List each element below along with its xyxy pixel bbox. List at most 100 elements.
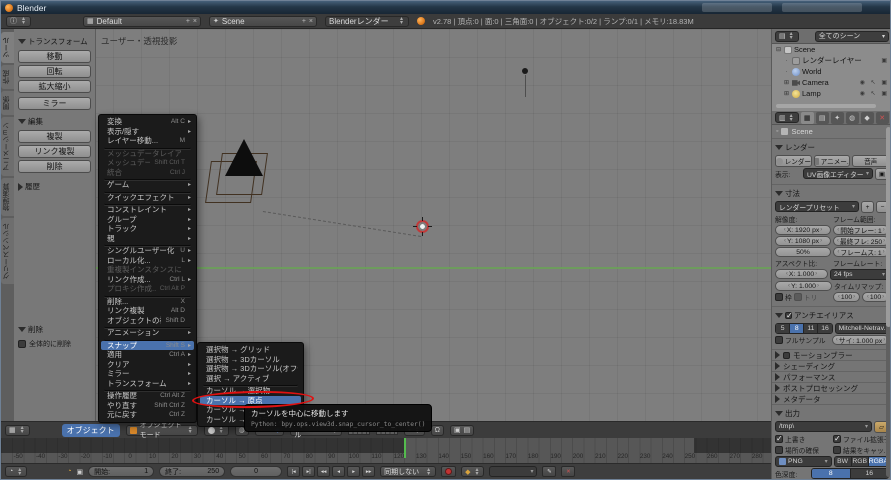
menu-item[interactable]: 親 ▸ [101, 234, 194, 244]
audio-button[interactable]: 音声 [852, 155, 889, 167]
delete-keyframe-button[interactable]: ✕ [561, 466, 575, 477]
tool-button[interactable]: 複製 [18, 130, 91, 143]
frame-end-field[interactable]: ‹最終フレ: 250› [833, 236, 889, 246]
delete-screen-icon[interactable]: × [193, 18, 197, 25]
aa-filter-selector[interactable]: Mitchell-Netrav... [835, 323, 889, 334]
menu-item[interactable]: 選択 → アクティブ [200, 374, 301, 384]
collapsed-panel-header[interactable]: シェーディング [772, 360, 891, 371]
remap-old-field[interactable]: ‹100› [833, 292, 860, 302]
aa-sample-option[interactable]: 5 [776, 324, 790, 333]
collapsed-panel-header[interactable]: メタデータ [772, 393, 891, 404]
menu-item[interactable]: オブジェクトの複製 Shift D [101, 316, 194, 326]
render-panel-header[interactable]: レンダー [775, 142, 889, 153]
snap-toggle[interactable]: Ω [431, 425, 444, 436]
menu-item[interactable]: ゲーム ▸ [101, 180, 194, 190]
keying-set-selector[interactable]: ◆▴▾ [461, 466, 484, 477]
lamp-object[interactable] [522, 68, 528, 74]
editor-type-selector[interactable]: ⓘ▴▾ [6, 16, 31, 27]
title-bar[interactable]: Blender [1, 1, 891, 14]
tool-button[interactable]: 移動 [18, 50, 91, 63]
editor-type-selector[interactable]: ▤▴▾ [775, 31, 799, 42]
record-button[interactable] [441, 466, 456, 477]
insert-keyframe-button[interactable]: ✎ [542, 466, 556, 477]
collapsed-panel-header[interactable]: モーションブラー [772, 349, 891, 360]
redo-panel-header[interactable]: 削除 [18, 324, 92, 335]
dimensions-panel-header[interactable]: 寸法 [775, 188, 889, 199]
expand-icon[interactable]: ⊞ [783, 79, 790, 86]
panel-enable-checkbox[interactable] [783, 352, 790, 359]
pin-icon[interactable]: ◦ [776, 128, 778, 135]
scene-selector[interactable]: ✦ Scene + × [209, 16, 317, 27]
border-checkbox[interactable] [775, 293, 783, 301]
outliner-row[interactable]: ⊞ Lamp ◉ ↖ ▣ [772, 88, 891, 99]
frame-end-field[interactable]: 終了:250 [159, 466, 225, 477]
resolution-x-field[interactable]: ‹X: 1920 px› [775, 225, 831, 235]
aspect-x-field[interactable]: ‹X: 1.000› [775, 269, 828, 279]
toolshelf-tab[interactable]: アニメーション [1, 117, 14, 176]
menu-item[interactable]: 元に戻す Ctrl Z [101, 410, 194, 420]
cursor-3d[interactable] [416, 220, 429, 233]
add-scene-icon[interactable]: + [302, 18, 306, 25]
menu-item[interactable]: レイヤー移動... M [101, 136, 194, 146]
frame-lock-icon[interactable]: ▣ [76, 468, 83, 476]
properties-tab[interactable]: ✕ [876, 112, 889, 124]
toolshelf-tab[interactable]: 物理演算 [1, 178, 14, 216]
menu-item[interactable]: クイックエフェクト ▸ [101, 193, 194, 203]
delete-globally-checkbox[interactable] [18, 340, 26, 348]
menu-item[interactable]: トランスフォーム ▸ [101, 379, 194, 389]
playback-button[interactable]: |◂ [287, 466, 300, 477]
editor-type-selector[interactable]: ▦▴▾ [5, 425, 30, 436]
expand-icon[interactable]: · [783, 69, 790, 75]
frame-start-field[interactable]: 開始:1 [88, 466, 154, 477]
delete-scene-icon[interactable]: × [309, 18, 313, 25]
editor-type-selector[interactable]: ◔▴▾ [5, 466, 27, 477]
aa-sample-option[interactable]: 11 [804, 324, 818, 333]
aa-sample-option[interactable]: 16 [818, 324, 831, 333]
timeline-ruler[interactable]: -50-40-30-20-100102030405060708090100110… [1, 438, 771, 463]
display-filter-selector[interactable]: 全てのシーン▾ [815, 31, 889, 42]
panel-header-edit[interactable]: 編集 [18, 116, 91, 127]
cache-result-checkbox[interactable] [833, 446, 841, 454]
expand-icon[interactable]: · [783, 58, 790, 64]
render-engine-selector[interactable]: Blenderレンダー ▴▾ [325, 16, 409, 27]
tool-button[interactable]: 削除 [18, 160, 91, 173]
file-format-selector[interactable]: PNG [775, 456, 832, 467]
remap-new-field[interactable]: ‹100› [862, 292, 889, 302]
cone-object[interactable] [225, 139, 263, 176]
mode-selector[interactable]: オブジェクトモード ▴▾ [126, 425, 198, 436]
collapsed-panel-header[interactable]: ポストプロセッシング [772, 382, 891, 393]
properties-tab[interactable]: ✦ [831, 112, 844, 124]
menu-item[interactable]: アニメーション ▸ [101, 328, 194, 338]
outliner-row[interactable]: · World [772, 66, 891, 77]
bw-option[interactable]: BW [835, 457, 852, 466]
outliner-row[interactable]: · レンダーレイヤー ▣ [772, 55, 891, 66]
properties-tab[interactable]: ◆ [861, 112, 874, 124]
frame-step-field[interactable]: ‹フレームス: 1› [833, 247, 889, 257]
screen-layout-selector[interactable]: ▦ Default + × [83, 16, 201, 27]
visibility-icons[interactable]: ◉ ↖ ▣ [860, 79, 889, 86]
rgb-option[interactable]: RGB [852, 457, 869, 466]
add-screen-icon[interactable]: + [186, 18, 190, 25]
toolshelf-tab[interactable]: 関係 [1, 91, 14, 115]
output-panel-header[interactable]: 出力 [775, 408, 889, 419]
depth-8-option[interactable]: 8 [812, 469, 851, 478]
object-menu-open[interactable]: オブジェクト [62, 424, 120, 437]
tool-button[interactable]: 拡大縮小 [18, 80, 91, 93]
toolshelf-tab[interactable]: ツール [1, 32, 14, 63]
animation-button[interactable]: アニメー... [814, 155, 851, 167]
full-sample-checkbox[interactable] [775, 336, 783, 344]
preview-range-icon[interactable]: ◔ [67, 468, 71, 475]
playback-button[interactable]: ▸▸ [362, 466, 375, 477]
panel-header-transform[interactable]: トランスフォーム [18, 36, 91, 47]
antialiasing-panel-header[interactable]: アンチエイリアス [775, 310, 889, 321]
placeholders-checkbox[interactable] [775, 446, 783, 454]
panel-header-history[interactable]: 履歴 [18, 181, 91, 192]
playback-button[interactable]: ▸ [347, 466, 360, 477]
filter-size-field[interactable]: ‹サイ: 1.000 px› [832, 335, 889, 345]
render-preset-selector[interactable]: レンダープリセット [775, 201, 859, 212]
frame-start-field[interactable]: ‹開始フレー: 1› [833, 225, 889, 235]
visibility-icons[interactable]: ▣ [881, 57, 889, 64]
add-preset-button[interactable]: + [861, 201, 874, 213]
render-button[interactable]: レンダー [775, 155, 812, 167]
resolution-y-field[interactable]: ‹Y: 1080 px› [775, 236, 831, 246]
